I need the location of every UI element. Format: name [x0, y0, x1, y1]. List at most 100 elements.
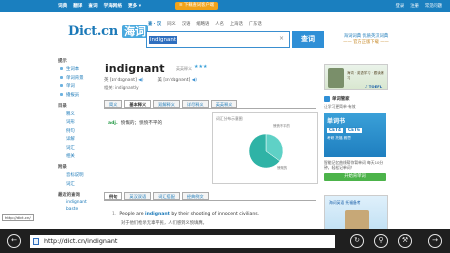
nav-item-more[interactable]: 更多 ▾: [128, 3, 141, 9]
nav-item-lookup[interactable]: 查词: [88, 3, 97, 9]
sidebar-item[interactable]: 音标说明: [58, 172, 98, 178]
slice-label-a: 愤愤不平的: [273, 124, 290, 128]
start-memorize-button[interactable]: 开始背单词: [324, 173, 386, 181]
page-icon: [33, 238, 39, 245]
nav-item-translate[interactable]: 翻译: [73, 3, 82, 9]
book-subtitle: 考研 托福 雅思: [327, 136, 351, 140]
slice-label-b: 愤慨的: [277, 166, 288, 170]
top-nav-bar: 词典 翻译 查词 学海网络 更多 ▾ ≡ 下载查词客户端 登录 注册 常见问题: [0, 0, 450, 12]
sidebar-item[interactable]: 词汇: [58, 181, 98, 187]
login-link[interactable]: 登录: [396, 3, 405, 9]
sidebar-group-title: 提示: [58, 59, 67, 64]
sidebar-group-title: 附录: [58, 165, 67, 170]
app-download-button[interactable]: ≡ 下载查词客户端: [175, 2, 219, 10]
example-number: 1.: [112, 212, 117, 217]
nav-item-network[interactable]: 学海网络: [104, 3, 122, 9]
cet6-tag: CET6: [346, 128, 363, 133]
word-manager-panel: 单词管家 让学习更简单·有效 单词书 CET4 CET6 考研 托福 雅思 智能…: [324, 96, 388, 188]
pin-icon[interactable]: ⚲: [374, 234, 388, 248]
sidebar-item[interactable]: 词形: [58, 119, 98, 125]
panel-subtitle: 让学习更简单·有效: [324, 104, 356, 109]
tab-divider: [104, 200, 316, 201]
related-words[interactable]: 相关: indignantly: [104, 85, 139, 91]
example-keyword: indignant: [145, 212, 170, 217]
url-text[interactable]: http://dict.cn/indignant: [44, 237, 117, 245]
browser-app-bar: ← http://dict.cn/indignant ↻ ⚲ ⚒ →: [0, 229, 450, 253]
ad-figure: [328, 68, 344, 88]
nav-item-dict[interactable]: 词典: [58, 3, 67, 9]
search-button[interactable]: 查词: [292, 31, 324, 48]
definition-text: 愤慨的；愤愤不平的: [120, 121, 163, 126]
speaker-icon[interactable]: ◀): [192, 78, 197, 83]
search-box[interactable]: indignant ×: [146, 31, 290, 48]
panel-title: 单词管家: [324, 96, 388, 102]
search-tab-2[interactable]: 同义: [167, 21, 176, 27]
status-url-tooltip: http://dict.cn/: [2, 214, 34, 221]
search-tab-4[interactable]: 缩略语: [196, 21, 209, 27]
example-pre: People are: [119, 212, 144, 217]
sidebar-item[interactable]: 例句: [58, 128, 98, 134]
address-bar[interactable]: http://dict.cn/indignant: [30, 235, 335, 248]
example-tabs: 例句 英汉双语 词汇搭配 经典例文: [104, 192, 209, 200]
sidebar-group-title: 目录: [58, 103, 67, 109]
back-icon[interactable]: ←: [7, 234, 21, 248]
tab-english[interactable]: 英英释义: [210, 100, 238, 108]
book-title: 单词书: [327, 118, 346, 125]
word-badge[interactable]: 英英释义: [176, 66, 192, 72]
tab-brief[interactable]: 简义: [104, 100, 123, 108]
example-sentence: 1. People are indignant by their shooting…: [112, 212, 259, 217]
recent-query[interactable]: indignant: [58, 200, 98, 205]
promo-line2: —— 官方正版下载 ——: [343, 40, 389, 45]
search-tab-1[interactable]: 查 · 汉: [148, 21, 161, 27]
register-link[interactable]: 注册: [410, 3, 419, 9]
sidebar-group-title: 最近的查询: [58, 192, 80, 198]
top-right-links: 登录 注册 常见问题: [396, 3, 442, 9]
word-book-image[interactable]: 单词书 CET4 CET6 考研 托福 雅思: [324, 113, 386, 157]
sidebar-item[interactable]: 单词: [58, 83, 98, 89]
forward-icon[interactable]: →: [428, 234, 442, 248]
meaning-distribution-chart: 词汇分布示意图 愤愤不平的 愤慨的: [212, 112, 318, 184]
sidebar-item[interactable]: 详解: [58, 136, 98, 142]
sidebar-item[interactable]: 单词背景: [58, 75, 98, 81]
example-translation: 对于他们枪杀无辜平民，人们感到义愤填膺。: [121, 221, 207, 226]
refresh-icon[interactable]: ↻: [350, 234, 364, 248]
top-nav: 词典 翻译 查词 学海网络 更多 ▾: [58, 3, 141, 9]
site-logo[interactable]: Dict.cn 海词: [68, 23, 148, 39]
panel-text: 智能记忆曲线帮你背单词 每天10分钟，轻松记单词！: [324, 160, 384, 170]
star-rating: ★★★: [194, 64, 208, 70]
tab-basic[interactable]: 基本释义: [124, 100, 152, 108]
search-tab-3[interactable]: 汉语: [182, 21, 191, 27]
headword: indignant: [105, 62, 165, 75]
tab-divider: [104, 108, 316, 109]
phonetic-uk[interactable]: 英 [ɪnˈdɪgnənt] ◀): [104, 77, 143, 83]
clear-icon[interactable]: ×: [279, 35, 284, 42]
ad-banner-top[interactable]: 海词 · 英语学习 · 跟读练习 ♪ TOEFL: [324, 64, 388, 90]
tab-classic-texts[interactable]: 经典例文: [181, 192, 209, 200]
sidebar-item[interactable]: 词汇: [58, 145, 98, 151]
tab-bilingual[interactable]: 双解释义: [153, 100, 180, 108]
example-post: by their shooting of innocent civilians.: [171, 212, 260, 217]
recent-query[interactable]: baste: [58, 207, 98, 212]
logo-cn: 海词: [122, 25, 148, 38]
left-sidebar: 提示 生词本 单词背景 单词 播报员 目录 释义 词形 例句 详解 词汇 相关 …: [58, 58, 98, 217]
sidebar-item[interactable]: 释义: [58, 111, 98, 117]
wrench-icon[interactable]: ⚒: [398, 234, 412, 248]
tab-examples[interactable]: 例句: [104, 192, 123, 200]
tab-bilingual-examples[interactable]: 英汉双语: [124, 192, 152, 200]
tab-collocations[interactable]: 词汇搭配: [153, 192, 180, 200]
phonetic-us[interactable]: 美 [ɪnˈdɪgnənt] ◀): [157, 77, 196, 83]
speaker-icon[interactable]: ◀): [138, 78, 143, 83]
sidebar-item[interactable]: 相关: [58, 153, 98, 159]
phonetics: 英 [ɪnˈdɪgnənt] ◀) 美 [ɪnˈdɪgnənt] ◀): [104, 77, 197, 83]
search-tab-6[interactable]: 上海话: [230, 21, 243, 27]
tab-detailed[interactable]: 详尽释义: [181, 100, 209, 108]
sidebar-item[interactable]: 生词本: [58, 66, 98, 72]
search-tab-5[interactable]: 人名: [215, 21, 224, 27]
promo-banner[interactable]: 海词词典 优质英汉词典 —— 官方正版下载 ——: [336, 33, 396, 45]
faq-link[interactable]: 常见问题: [425, 3, 442, 9]
logo-text: Dict.cn: [68, 24, 118, 39]
search-input[interactable]: indignant: [149, 36, 178, 44]
sidebar-item[interactable]: 播报员: [58, 92, 98, 98]
search-type-tabs: 查 · 汉 同义 汉语 缩略语 人名 上海话 广东话: [148, 21, 262, 27]
search-tab-7[interactable]: 广东话: [249, 21, 262, 27]
